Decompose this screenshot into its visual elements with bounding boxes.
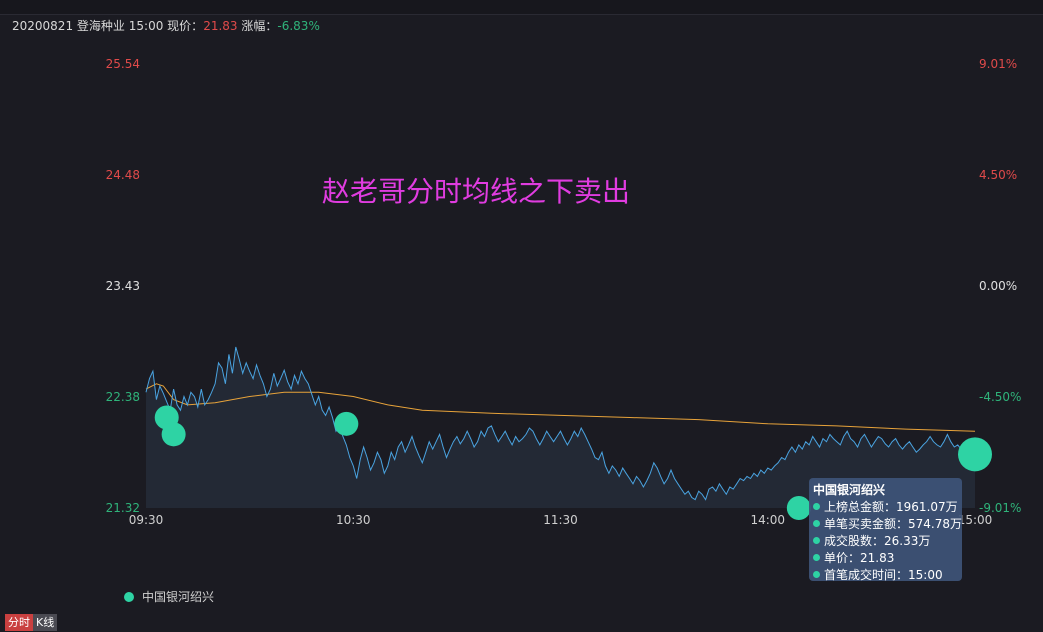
bullet-icon — [813, 571, 820, 578]
tooltip-row: 首笔成交时间：15:00 — [813, 567, 958, 584]
tooltip-row-value: 1961.07万 — [896, 500, 958, 514]
trade-marker — [161, 422, 186, 447]
x-tick-label: 09:30 — [129, 513, 164, 527]
x-tick-label: 15:00 — [958, 513, 993, 527]
tooltip-row: 上榜总金额：1961.07万 — [813, 499, 958, 516]
tooltip-row-value: 21.83 — [860, 551, 895, 565]
tooltip-row-label: 单笔买卖金额 — [824, 517, 897, 531]
y-tick-label-left: 25.54 — [106, 57, 140, 71]
tab-kline[interactable]: K线 — [33, 614, 58, 631]
tooltip-row: 单价：21.83 — [813, 550, 958, 567]
bullet-icon — [813, 537, 820, 544]
y-tick-label-left: 24.48 — [106, 168, 140, 182]
tooltip-row-value: 15:00 — [908, 568, 943, 582]
tooltip-row-label: 首笔成交时间 — [824, 568, 897, 582]
tooltip-row: 单笔买卖金额：574.78万 — [813, 516, 962, 533]
bullet-icon — [813, 554, 820, 561]
tooltip-row-value: 574.78万 — [908, 517, 963, 531]
bullet-icon — [813, 520, 820, 527]
tooltip-title: 中国银河绍兴 — [813, 483, 886, 497]
legend-label: 中国银河绍兴 — [142, 590, 215, 604]
trade-marker — [786, 496, 811, 520]
trade-marker — [334, 411, 359, 436]
y-tick-label-left: 23.43 — [106, 279, 140, 293]
chart-tabs: 分时 K线 — [5, 614, 58, 631]
y-tick-label-right: 0.00% — [979, 279, 1017, 293]
y-tick-label-left: 22.38 — [106, 390, 140, 404]
tab-intraday[interactable]: 分时 — [5, 614, 33, 631]
x-tick-label: 10:30 — [336, 513, 371, 527]
trade-marker — [958, 437, 992, 472]
chart-annotation: 赵老哥分时均线之下卖出 — [322, 175, 631, 208]
tooltip-row-value: 26.33万 — [884, 534, 931, 548]
y-tick-label-right: 9.01% — [979, 57, 1017, 71]
y-tick-label-right: -4.50% — [979, 390, 1021, 404]
trade-tooltip: 中国银河绍兴 上榜总金额：1961.07万 单笔买卖金额：574.78万 成交股… — [809, 478, 962, 584]
tooltip-row-label: 上榜总金额 — [824, 500, 885, 514]
chart-legend[interactable]: 中国银河绍兴 — [124, 588, 214, 605]
y-axis-left: 25.5424.4823.4322.3821.32 — [106, 57, 140, 515]
tooltip-row-label: 单价 — [824, 551, 849, 565]
x-tick-label: 14:00 — [750, 513, 785, 527]
bullet-icon — [813, 503, 820, 510]
y-tick-label-right: 4.50% — [979, 168, 1017, 182]
x-tick-label: 11:30 — [543, 513, 578, 527]
tooltip-row: 成交股数：26.33万 — [813, 533, 958, 550]
legend-marker-icon — [124, 591, 134, 602]
tooltip-row-label: 成交股数 — [824, 534, 873, 548]
